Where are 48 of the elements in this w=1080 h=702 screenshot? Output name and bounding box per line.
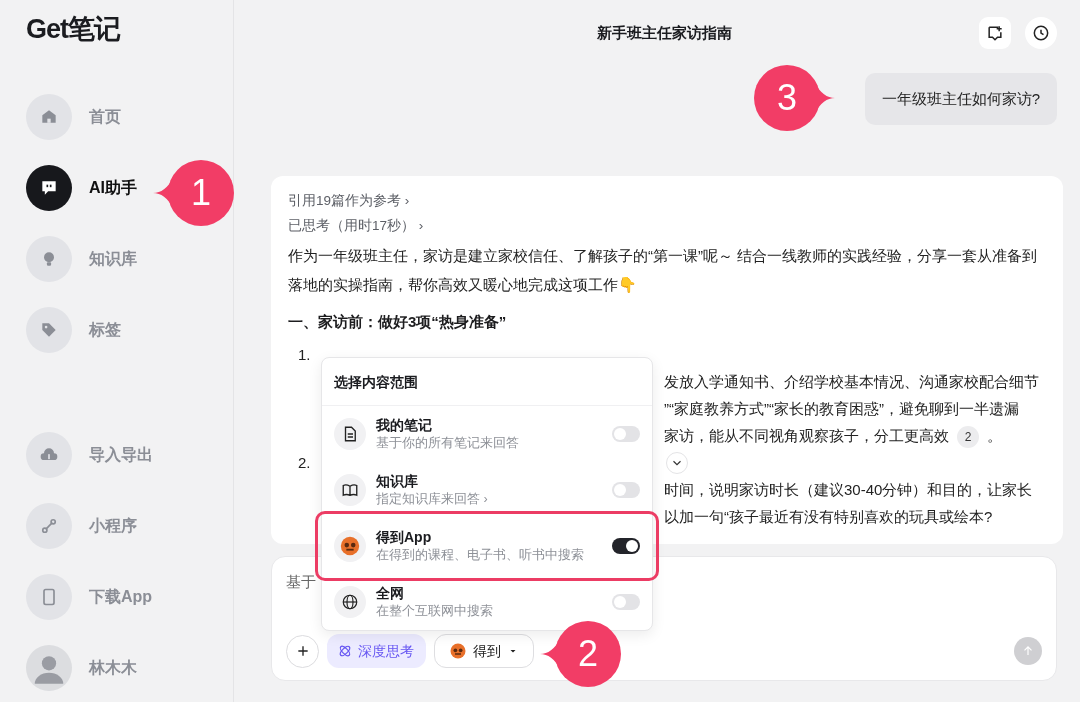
mascot-icon [339, 535, 361, 557]
option-title: 知识库 [376, 472, 419, 490]
menu-title: 选择内容范围 [322, 358, 652, 406]
option-subtitle: 基于你的所有笔记来回答 [376, 435, 519, 452]
thinking-toggle[interactable]: 已思考（用时17秒） › [288, 213, 1046, 238]
option-subtitle: 在得到的课程、电子书、听书中搜索 [376, 547, 584, 564]
new-chat-button[interactable] [979, 17, 1011, 49]
answer-text: 时间，说明家访时长（建议30-40分钟）和目的，让家长 [664, 481, 1033, 499]
deep-think-button[interactable]: 深度思考 [327, 634, 426, 668]
answer-text: 家访，能从不同视角观察孩子，分工更高效 [664, 427, 949, 444]
globe-icon [341, 593, 359, 611]
toggle-switch[interactable] [612, 538, 640, 554]
option-subtitle: 在整个互联网中搜索 [376, 603, 493, 620]
citation-badge[interactable]: 2 [957, 426, 979, 448]
question-bubble: 一年级班主任如何家访? [864, 73, 1057, 125]
answer-text: ”“家庭教养方式”“家长的教育困惑”，避免聊到一半遗漏 [664, 400, 1019, 418]
answer-heading: 一、家访前：做好3项“热身准备” [288, 312, 508, 332]
list-number: 2. [298, 453, 311, 474]
nav-label[interactable]: AI助手 [89, 175, 137, 200]
scope-option[interactable]: 我的笔记 基于你的所有笔记来回答 [322, 406, 652, 462]
new-chat-icon [985, 23, 1005, 43]
nav-icon-circle[interactable] [26, 164, 72, 211]
answer-text: 以加一句“孩子最近有没有特别喜欢的玩具或绘本? [664, 508, 993, 526]
toggle-switch[interactable] [612, 426, 640, 442]
avatar[interactable] [26, 644, 72, 691]
toggle-switch[interactable] [612, 594, 640, 610]
history-icon [1031, 23, 1051, 43]
option-title: 得到App [376, 528, 433, 546]
answer-paragraph: 作为一年级班主任，家访是建立家校信任、了解孩子的“第一课”呢～ 结合一线教师的实践经验，分享一套从准备到落地的实操指南，帮你高效又暖心地完成这项工作👇 [288, 246, 1039, 295]
option-title: 全网 [376, 584, 405, 602]
references-link[interactable]: 引用19篇作为参考 › [288, 188, 1046, 213]
add-button[interactable] [286, 634, 319, 668]
toggle-switch[interactable] [612, 482, 640, 498]
book-icon [341, 481, 359, 499]
send-button[interactable] [1014, 637, 1042, 665]
history-button[interactable] [1025, 17, 1057, 49]
option-subtitle: 指定知识库来回答 › [376, 491, 488, 508]
atom-icon [337, 643, 353, 659]
source-dropdown[interactable]: 得到 [434, 634, 534, 668]
mascot-icon [449, 642, 467, 660]
option-title: 我的笔记 [376, 416, 433, 434]
chat-title: 新手班主任家访指南 [596, 22, 732, 43]
list-number: 1. [298, 345, 311, 366]
scope-option[interactable]: 得到App 在得到的课程、电子书、听书中搜索 [322, 518, 652, 574]
answer-text: 发放入学通知书、介绍学校基本情况、沟通家校配合细节 [664, 373, 1039, 391]
app-logo: Get笔记 [26, 16, 122, 43]
scope-option[interactable]: 知识库 指定知识库来回答 › [322, 462, 652, 518]
answer-text: 。 [987, 427, 1002, 444]
